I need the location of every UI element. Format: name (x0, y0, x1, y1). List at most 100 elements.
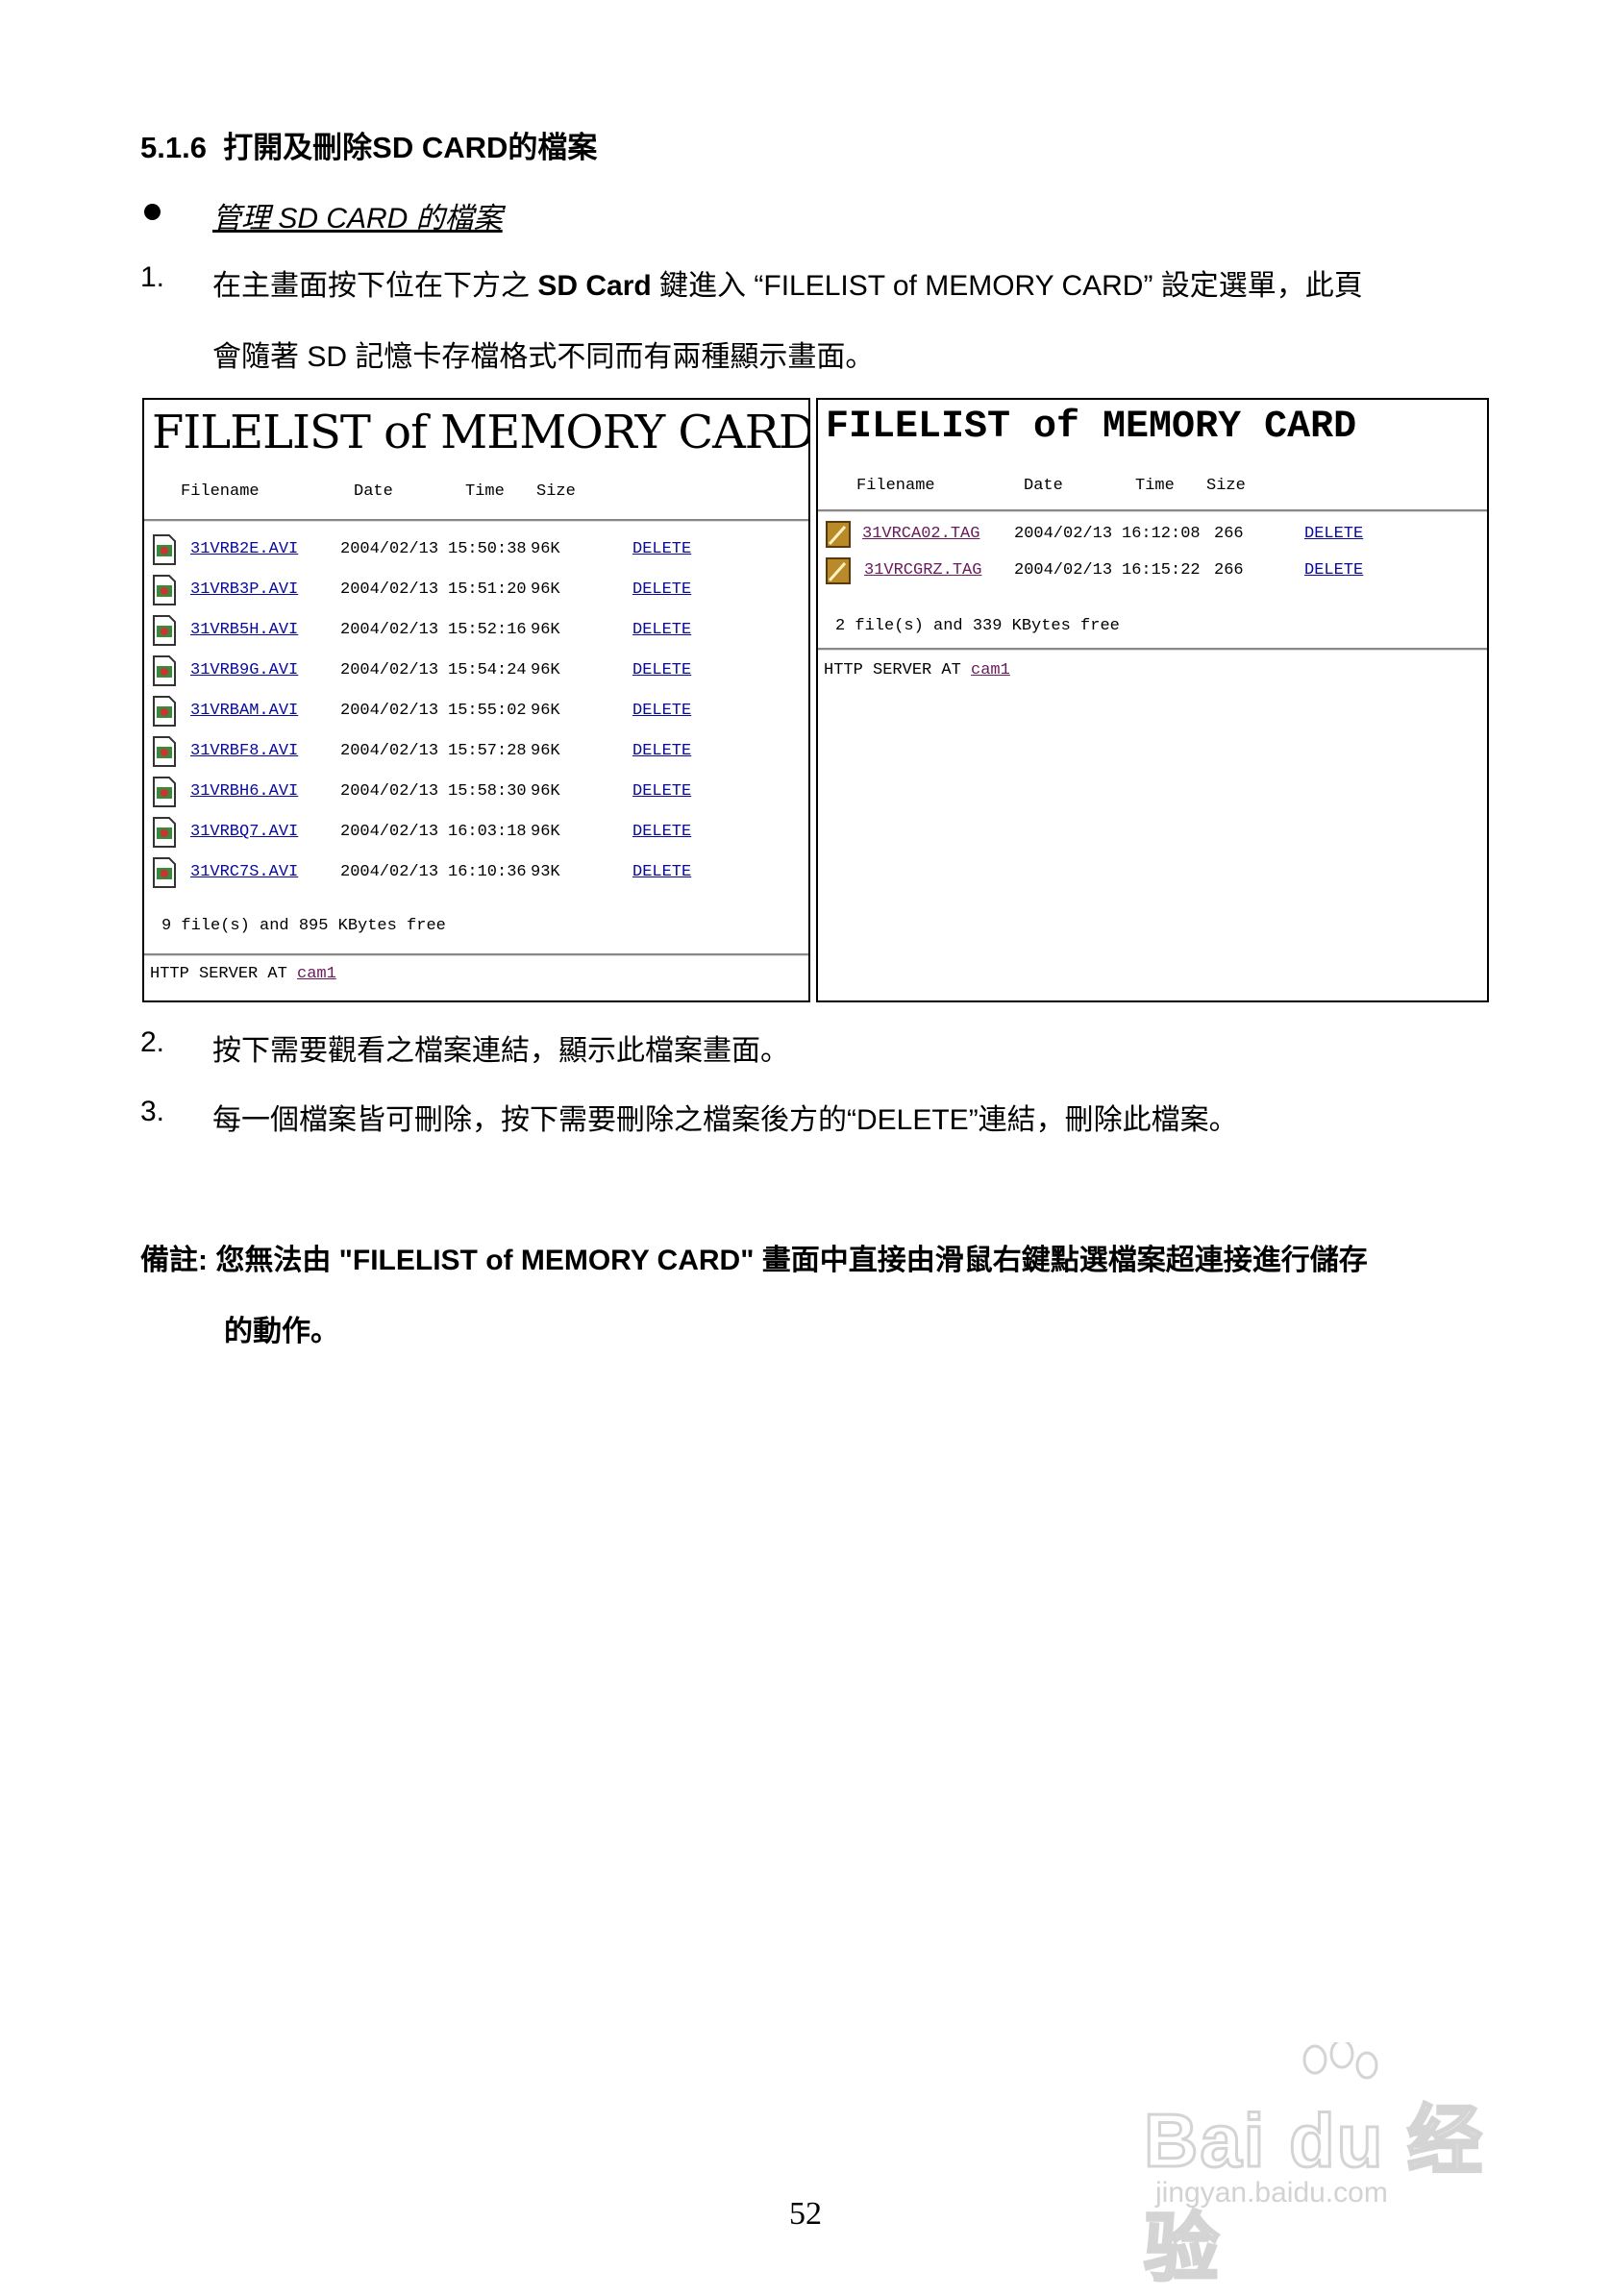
file-link[interactable]: 31VRBAM.AVI (190, 702, 298, 720)
table-row: 31VRB9G.AVI 2004/02/13 15:54:24 96K DELE… (144, 654, 808, 690)
file-time: 15:52:16 (448, 621, 527, 639)
tag-file-icon (826, 521, 851, 548)
table-row: 31VRBAM.AVI 2004/02/13 15:55:02 96K DELE… (144, 694, 808, 730)
delete-link[interactable]: DELETE (632, 702, 691, 720)
file-size: 96K (531, 621, 560, 639)
file-link[interactable]: 31VRCA02.TAG (862, 525, 979, 543)
file-link[interactable]: 31VRB5H.AVI (190, 621, 298, 639)
section-heading: 5.1.6 打開及刪除SD CARD的檔案 (140, 123, 597, 166)
file-date: 2004/02/13 (340, 661, 439, 679)
page-number: 52 (789, 2196, 822, 2232)
file-link[interactable]: 31VRCGRZ.TAG (864, 561, 981, 580)
file-size: 96K (531, 540, 560, 558)
video-file-icon (153, 696, 176, 727)
file-time: 15:51:20 (448, 580, 527, 599)
file-link[interactable]: 31VRB3P.AVI (190, 580, 298, 599)
file-time: 15:57:28 (448, 742, 527, 760)
video-file-icon (153, 777, 176, 807)
file-date: 2004/02/13 (340, 823, 439, 841)
server-line: HTTP SERVER AT cam1 (824, 661, 1010, 679)
file-size: 96K (531, 580, 560, 599)
file-link[interactable]: 31VRBF8.AVI (190, 742, 298, 760)
step-2-text: 按下需要觀看之檔案連結，顯示此檔案畫面。 (212, 1035, 789, 1067)
video-file-icon (153, 817, 176, 848)
file-time: 16:12:08 (1122, 525, 1201, 543)
file-date: 2004/02/13 (340, 580, 439, 599)
table-row: 31VRCGRZ.TAG 2004/02/13 16:15:22 266 DEL… (818, 554, 1487, 590)
file-size: 93K (531, 863, 560, 881)
server-link[interactable]: cam1 (297, 965, 336, 983)
delete-link[interactable]: DELETE (632, 823, 691, 841)
file-link[interactable]: 31VRB9G.AVI (190, 661, 298, 679)
video-file-icon (153, 575, 176, 605)
file-size: 96K (531, 782, 560, 801)
file-date: 2004/02/13 (340, 742, 439, 760)
table-row: 31VRBH6.AVI 2004/02/13 15:58:30 96K DELE… (144, 775, 808, 811)
file-link[interactable]: 31VRB2E.AVI (190, 540, 298, 558)
file-size: 266 (1214, 525, 1244, 543)
table-row: 31VRB3P.AVI 2004/02/13 15:51:20 96K DELE… (144, 573, 808, 609)
server-line: HTTP SERVER AT cam1 (150, 965, 336, 983)
storage-summary: 9 file(s) and 895 KBytes free (161, 917, 446, 935)
video-file-icon (153, 857, 176, 888)
table-row: 31VRCA02.TAG 2004/02/13 16:12:08 266 DEL… (818, 517, 1487, 554)
file-time: 16:15:22 (1122, 561, 1201, 580)
file-time: 15:54:24 (448, 661, 527, 679)
file-size: 96K (531, 742, 560, 760)
panel-title: FILELIST of MEMORY CARD (152, 406, 810, 459)
col-filename: Filename (856, 477, 935, 495)
col-filename: Filename (181, 482, 260, 501)
delete-link[interactable]: DELETE (632, 580, 691, 599)
file-link[interactable]: 31VRBQ7.AVI (190, 823, 298, 841)
delete-link[interactable]: DELETE (632, 540, 691, 558)
bullet-heading: 管理 SD CARD 的檔案 (212, 203, 503, 235)
col-time: Time (1135, 477, 1175, 495)
file-date: 2004/02/13 (340, 782, 439, 801)
col-time: Time (465, 482, 505, 501)
file-time: 16:03:18 (448, 823, 527, 841)
step-1-text: 在主畫面按下位在下方之 SD Card 鍵進入 “FILELIST of MEM… (212, 270, 1363, 302)
section-title: 打開及刪除SD CARD的檔案 (223, 131, 598, 164)
delete-link[interactable]: DELETE (632, 782, 691, 801)
file-date: 2004/02/13 (1014, 561, 1113, 580)
file-size: 96K (531, 661, 560, 679)
sd-card-key-label: SD Card (537, 270, 652, 302)
delete-link[interactable]: DELETE (632, 863, 691, 881)
file-time: 16:10:36 (448, 863, 527, 881)
storage-summary: 2 file(s) and 339 KBytes free (835, 617, 1120, 635)
step-3-text: 每一個檔案皆可刪除，按下需要刪除之檔案後方的“DELETE”連結，刪除此檔案。 (212, 1104, 1238, 1136)
file-date: 2004/02/13 (340, 702, 439, 720)
col-size: Size (536, 482, 576, 501)
video-file-icon (153, 655, 176, 686)
file-time: 15:58:30 (448, 782, 527, 801)
table-row: 31VRB2E.AVI 2004/02/13 15:50:38 96K DELE… (144, 532, 808, 569)
delete-link[interactable]: DELETE (1304, 561, 1363, 580)
server-link[interactable]: cam1 (971, 661, 1010, 679)
col-date: Date (1024, 477, 1063, 495)
filelist-panel-avi: FILELIST of MEMORY CARD Filename Date Ti… (142, 398, 810, 1002)
file-size: 266 (1214, 561, 1244, 580)
section-number: 5.1.6 (140, 131, 207, 164)
bullet-dot (144, 204, 161, 220)
file-size: 96K (531, 702, 560, 720)
step-2-number: 2. (140, 1026, 165, 1058)
video-file-icon (153, 736, 176, 767)
step-3-number: 3. (140, 1096, 165, 1127)
divider (818, 648, 1487, 651)
delete-link[interactable]: DELETE (632, 742, 691, 760)
step-1-text-line2: 會隨著 SD 記憶卡存檔格式不同而有兩種顯示畫面。 (212, 341, 875, 373)
file-date: 2004/02/13 (340, 540, 439, 558)
delete-link[interactable]: DELETE (632, 661, 691, 679)
video-file-icon (153, 534, 176, 565)
panel-title: FILELIST of MEMORY CARD (826, 406, 1357, 449)
delete-link[interactable]: DELETE (632, 621, 691, 639)
file-link[interactable]: 31VRC7S.AVI (190, 863, 298, 881)
col-size: Size (1206, 477, 1246, 495)
video-file-icon (153, 615, 176, 646)
file-time: 15:55:02 (448, 702, 527, 720)
file-link[interactable]: 31VRBH6.AVI (190, 782, 298, 801)
divider (144, 519, 808, 522)
note-text-line2: 的動作。 (224, 1316, 339, 1347)
table-row: 31VRBF8.AVI 2004/02/13 15:57:28 96K DELE… (144, 734, 808, 771)
delete-link[interactable]: DELETE (1304, 525, 1363, 543)
